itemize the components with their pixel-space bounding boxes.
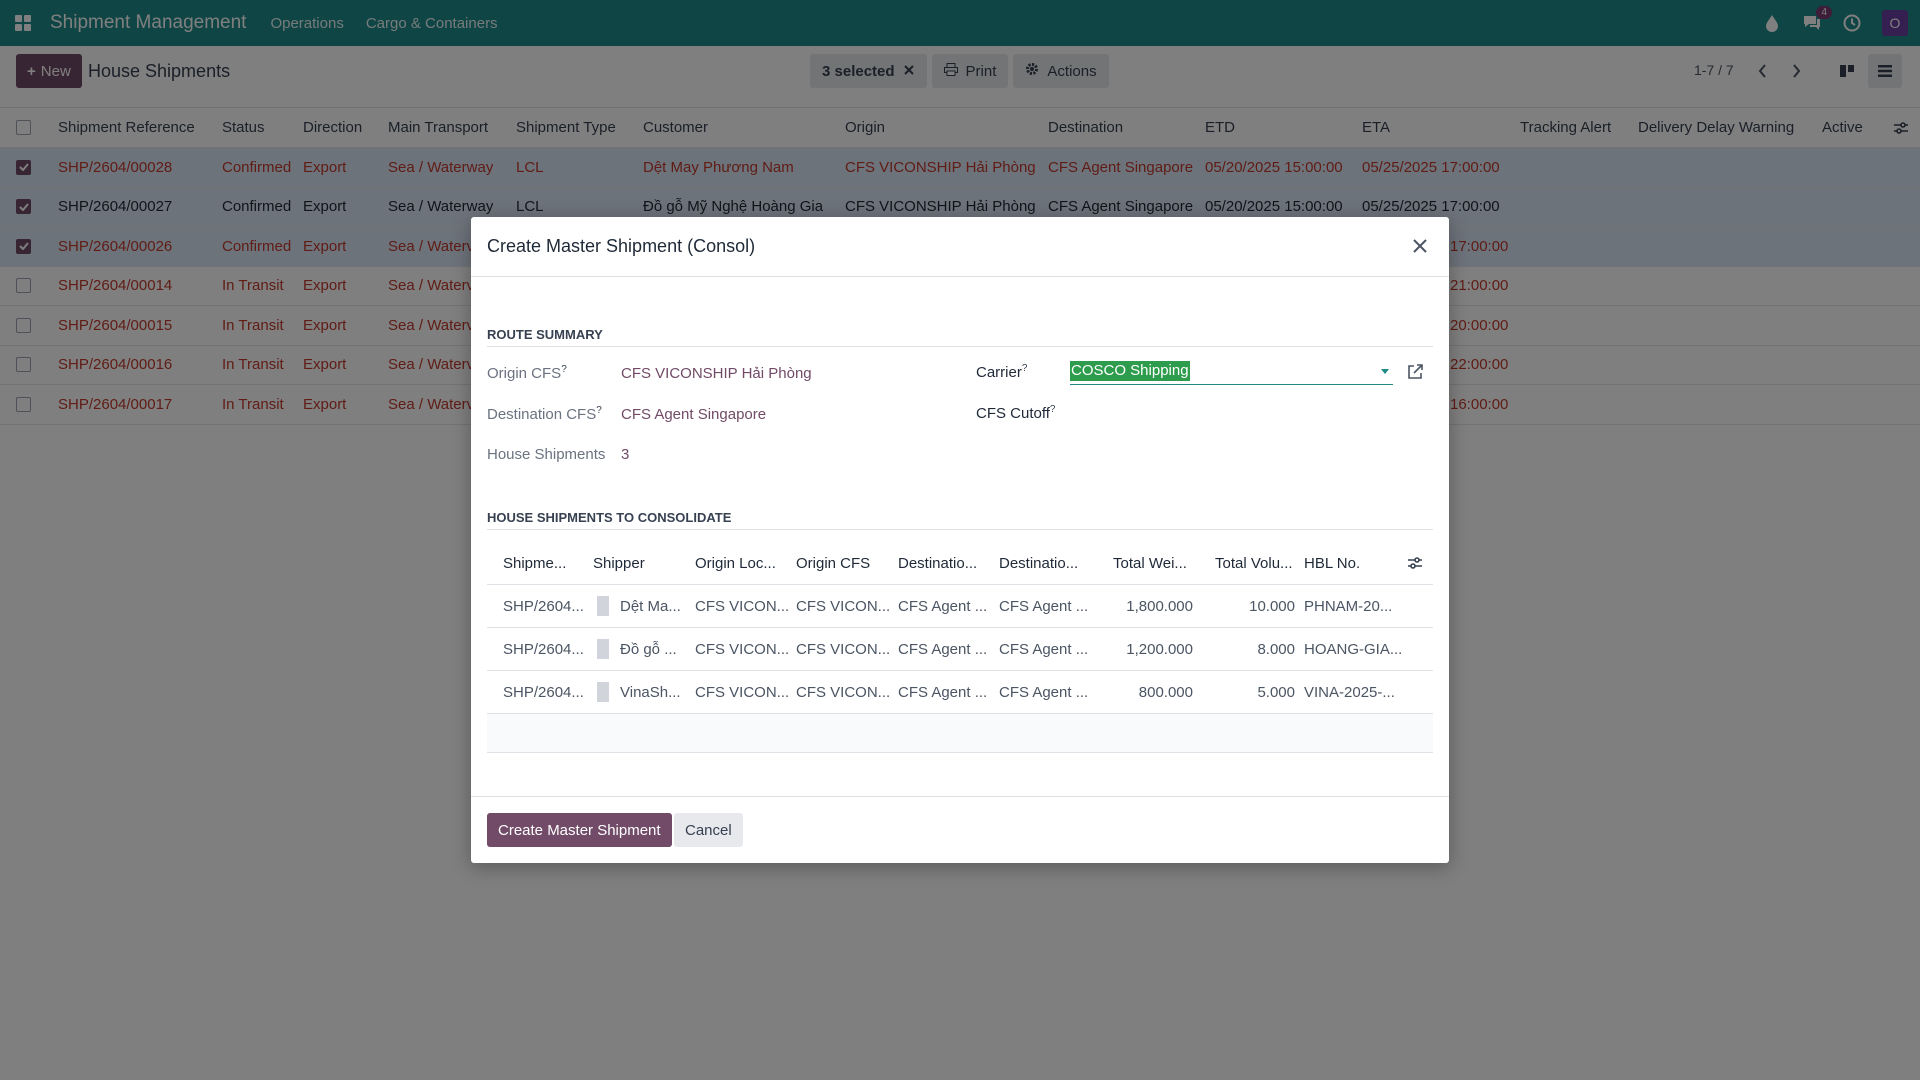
- route-summary-title: ROUTE SUMMARY: [487, 327, 603, 342]
- sub-row-reference: SHP/2604...: [503, 640, 584, 658]
- dialog-header: Create Master Shipment (Consol): [471, 217, 1449, 277]
- sub-row-origin-location: CFS VICON...: [695, 640, 790, 658]
- help-icon[interactable]: ?: [561, 364, 567, 375]
- sub-row-total-volume: 10.000: [1249, 597, 1295, 615]
- help-icon[interactable]: ?: [1022, 363, 1028, 374]
- sub-row-hbl-no: VINA-2025-...: [1304, 683, 1395, 701]
- house-shipments-count: 3: [621, 446, 630, 463]
- sub-col-shipper[interactable]: Shipper: [593, 542, 645, 584]
- dialog-title: Create Master Shipment (Consol): [487, 236, 756, 256]
- sub-row-destination-location: CFS Agent ...: [898, 640, 988, 658]
- destination-cfs-label: Destination CFS?: [487, 405, 602, 423]
- dropdown-caret-icon[interactable]: [1381, 369, 1389, 374]
- sub-table-empty-row: [487, 714, 1433, 753]
- sub-row-shipper: Đồ gỗ ...: [597, 628, 677, 670]
- sub-row-origin-cfs: CFS VICON...: [796, 640, 891, 658]
- sub-col-total-weight[interactable]: Total Wei...: [1113, 542, 1187, 584]
- external-link-icon[interactable]: [1406, 363, 1424, 381]
- sub-row-reference: SHP/2604...: [503, 597, 584, 615]
- sub-row-shipper: VinaSh...: [597, 671, 681, 713]
- sub-col-destination-cfs[interactable]: Destinatio...: [999, 542, 1078, 584]
- sub-col-hbl-no[interactable]: HBL No.: [1304, 542, 1360, 584]
- sub-row-origin-location: CFS VICON...: [695, 683, 790, 701]
- carrier-input-value[interactable]: COSCO Shipping: [1070, 361, 1190, 381]
- cfs-cutoff-label: CFS Cutoff?: [976, 404, 1056, 422]
- cancel-button[interactable]: Cancel: [674, 813, 743, 847]
- carrier-field[interactable]: COSCO Shipping: [1070, 359, 1393, 385]
- sub-row-origin-location: CFS VICON...: [695, 597, 790, 615]
- sub-row-destination-cfs: CFS Agent ...: [999, 683, 1089, 701]
- close-icon[interactable]: [1409, 235, 1431, 257]
- sub-row-destination-cfs: CFS Agent ...: [999, 640, 1089, 658]
- sub-row-total-volume: 5.000: [1257, 683, 1295, 701]
- house-shipments-label: House Shipments: [487, 446, 606, 463]
- sub-row-origin-cfs: CFS VICON...: [796, 597, 891, 615]
- consolidate-table: Shipme... Shipper Origin Loc... Origin C…: [487, 542, 1433, 753]
- sub-col-origin-cfs[interactable]: Origin CFS: [796, 542, 870, 584]
- sub-row-total-weight: 1,800.000: [1126, 597, 1193, 615]
- sub-col-total-volume[interactable]: Total Volu...: [1215, 542, 1293, 584]
- origin-cfs-value[interactable]: CFS VICONSHIP Hải Phòng: [621, 365, 812, 382]
- create-master-shipment-dialog: Create Master Shipment (Consol) ROUTE SU…: [471, 217, 1449, 863]
- destination-cfs-value[interactable]: CFS Agent Singapore: [621, 406, 766, 423]
- sub-col-shipment[interactable]: Shipme...: [503, 542, 566, 584]
- sub-table-header: Shipme... Shipper Origin Loc... Origin C…: [487, 542, 1433, 585]
- company-building-icon: [597, 639, 609, 659]
- sub-row-hbl-no: PHNAM-20...: [1304, 597, 1393, 615]
- create-master-shipment-button[interactable]: Create Master Shipment: [487, 813, 672, 847]
- optional-columns-icon[interactable]: [1407, 542, 1423, 584]
- sub-row-destination-cfs: CFS Agent ...: [999, 597, 1089, 615]
- sub-col-destination-location[interactable]: Destinatio...: [898, 542, 977, 584]
- sub-row-shipper: Dệt Ma...: [597, 585, 681, 627]
- sub-table-row[interactable]: SHP/2604... Dệt Ma... CFS VICON... CFS V…: [487, 585, 1433, 628]
- sub-row-total-volume: 8.000: [1257, 640, 1295, 658]
- carrier-label: Carrier?: [976, 363, 1028, 381]
- sub-table-row[interactable]: SHP/2604... Đồ gỗ ... CFS VICON... CFS V…: [487, 628, 1433, 671]
- sub-row-reference: SHP/2604...: [503, 683, 584, 701]
- sub-row-total-weight: 800.000: [1138, 683, 1193, 701]
- sub-row-destination-location: CFS Agent ...: [898, 597, 988, 615]
- origin-cfs-label: Origin CFS?: [487, 364, 567, 382]
- sub-row-origin-cfs: CFS VICON...: [796, 683, 891, 701]
- sub-col-origin-location[interactable]: Origin Loc...: [695, 542, 776, 584]
- company-building-icon: [597, 682, 609, 702]
- sub-row-total-weight: 1,200.000: [1126, 640, 1193, 658]
- sub-table-row[interactable]: SHP/2604... VinaSh... CFS VICON... CFS V…: [487, 671, 1433, 714]
- sub-row-hbl-no: HOANG-GIA...: [1304, 640, 1403, 658]
- help-icon[interactable]: ?: [1050, 404, 1056, 415]
- company-building-icon: [597, 596, 609, 616]
- consolidate-divider: [487, 529, 1433, 530]
- dialog-footer-divider: [471, 796, 1449, 797]
- sub-row-destination-location: CFS Agent ...: [898, 683, 988, 701]
- route-summary-divider: [487, 346, 1433, 347]
- consolidate-title: HOUSE SHIPMENTS TO CONSOLIDATE: [487, 510, 732, 525]
- help-icon[interactable]: ?: [596, 405, 602, 416]
